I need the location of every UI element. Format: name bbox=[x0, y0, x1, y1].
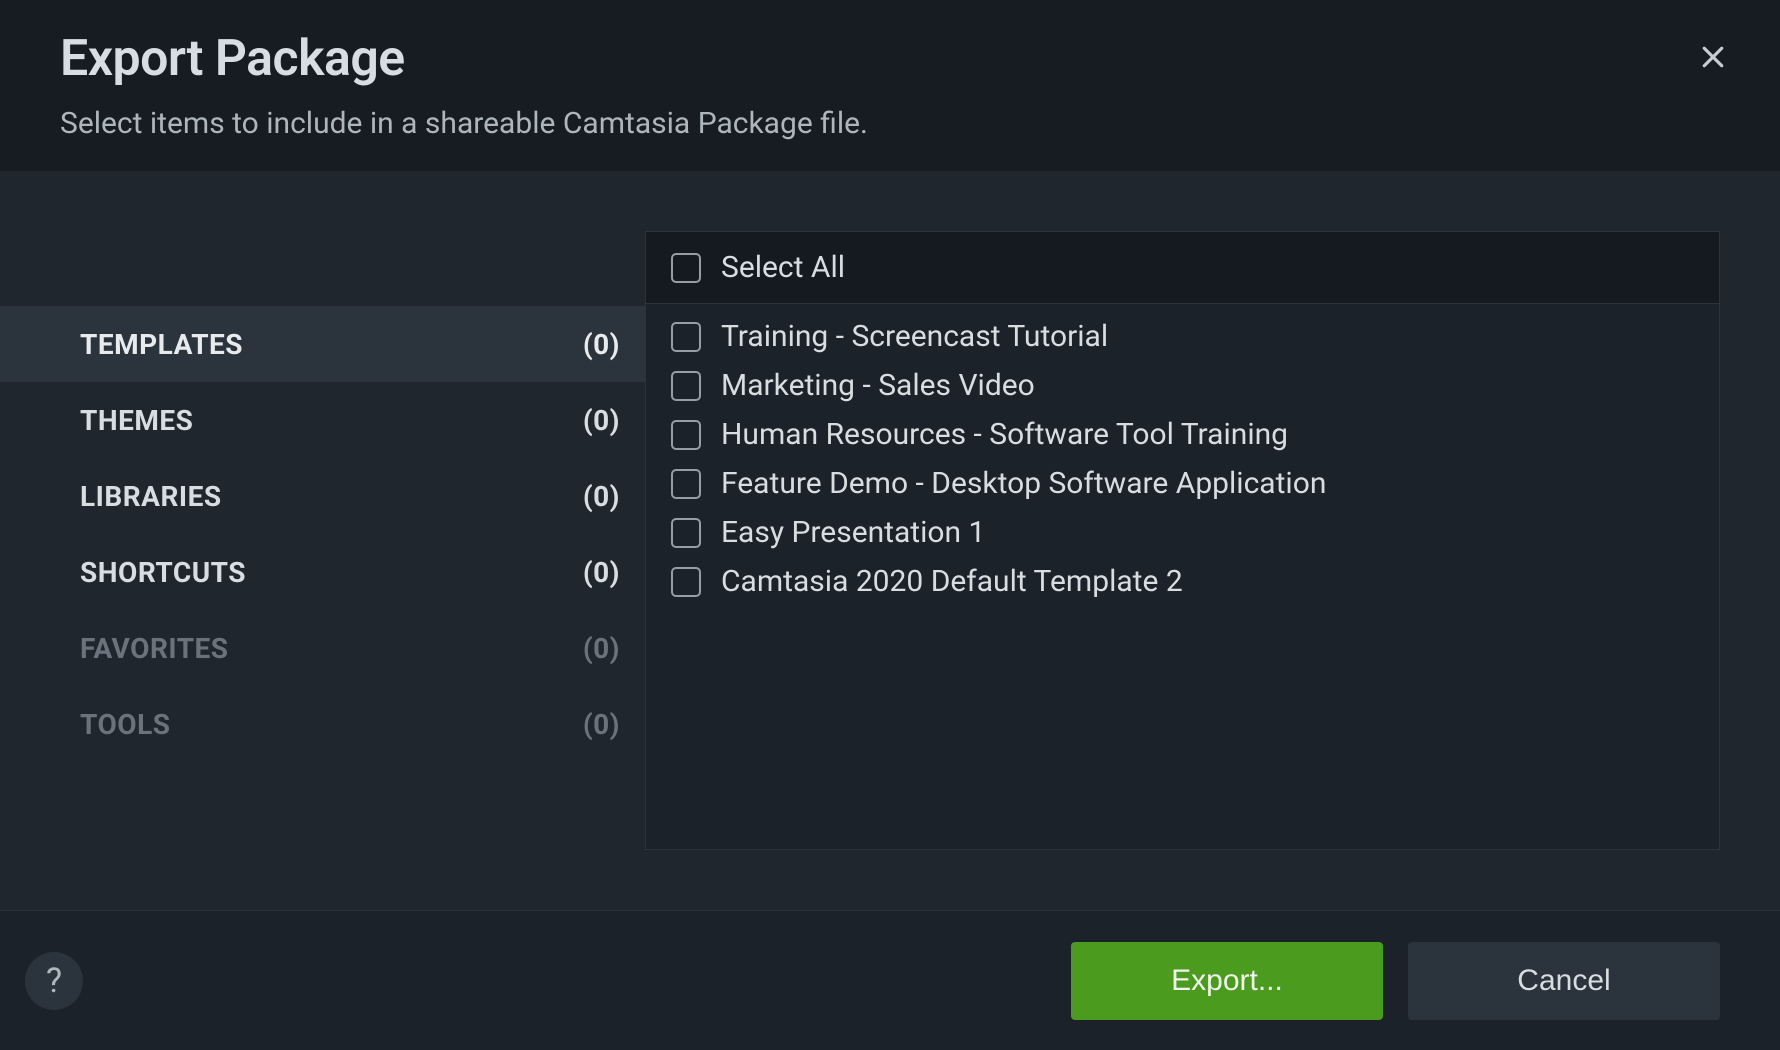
sidebar-item-libraries[interactable]: LIBRARIES (0) bbox=[0, 458, 645, 534]
help-button[interactable]: ? bbox=[25, 952, 83, 1010]
sidebar-item-count: (0) bbox=[583, 480, 620, 513]
close-button[interactable] bbox=[1691, 35, 1735, 79]
list-item[interactable]: Feature Demo - Desktop Software Applicat… bbox=[671, 466, 1694, 501]
footer-buttons: Export... Cancel bbox=[1071, 942, 1720, 1020]
item-label: Easy Presentation 1 bbox=[721, 515, 985, 550]
list-item[interactable]: Camtasia 2020 Default Template 2 bbox=[671, 564, 1694, 599]
select-all-checkbox[interactable] bbox=[671, 253, 701, 283]
sidebar-item-shortcuts[interactable]: SHORTCUTS (0) bbox=[0, 534, 645, 610]
item-label: Feature Demo - Desktop Software Applicat… bbox=[721, 466, 1326, 501]
list-item[interactable]: Human Resources - Software Tool Training bbox=[671, 417, 1694, 452]
sidebar-item-count: (0) bbox=[583, 632, 620, 665]
list-item[interactable]: Training - Screencast Tutorial bbox=[671, 319, 1694, 354]
sidebar-item-label: LIBRARIES bbox=[80, 480, 222, 513]
help-icon: ? bbox=[46, 961, 62, 1001]
sidebar-item-count: (0) bbox=[583, 708, 620, 741]
select-all-label: Select All bbox=[721, 250, 845, 285]
sidebar-item-themes[interactable]: THEMES (0) bbox=[0, 382, 645, 458]
list-item[interactable]: Easy Presentation 1 bbox=[671, 515, 1694, 550]
sidebar-item-label: SHORTCUTS bbox=[80, 556, 246, 589]
dialog-footer: ? Export... Cancel bbox=[0, 910, 1780, 1050]
export-package-dialog: Export Package Select items to include i… bbox=[0, 0, 1780, 1050]
sidebar-item-label: TOOLS bbox=[80, 708, 170, 741]
item-label: Human Resources - Software Tool Training bbox=[721, 417, 1288, 452]
item-label: Marketing - Sales Video bbox=[721, 368, 1035, 403]
content-panel: Select All Training - Screencast Tutoria… bbox=[645, 231, 1720, 850]
item-checkbox[interactable] bbox=[671, 322, 701, 352]
item-label: Camtasia 2020 Default Template 2 bbox=[721, 564, 1183, 599]
sidebar-item-tools: TOOLS (0) bbox=[0, 686, 645, 762]
item-label: Training - Screencast Tutorial bbox=[721, 319, 1108, 354]
cancel-button[interactable]: Cancel bbox=[1408, 942, 1720, 1020]
select-all-row[interactable]: Select All bbox=[646, 232, 1719, 304]
dialog-body: TEMPLATES (0) THEMES (0) LIBRARIES (0) S… bbox=[0, 171, 1780, 910]
sidebar-item-count: (0) bbox=[583, 556, 620, 589]
sidebar-item-label: THEMES bbox=[80, 404, 193, 437]
item-list: Training - Screencast Tutorial Marketing… bbox=[646, 304, 1719, 614]
sidebar: TEMPLATES (0) THEMES (0) LIBRARIES (0) S… bbox=[0, 231, 645, 910]
item-checkbox[interactable] bbox=[671, 371, 701, 401]
item-checkbox[interactable] bbox=[671, 567, 701, 597]
dialog-header: Export Package Select items to include i… bbox=[0, 0, 1780, 171]
item-checkbox[interactable] bbox=[671, 469, 701, 499]
dialog-subtitle: Select items to include in a shareable C… bbox=[60, 106, 1720, 141]
item-checkbox[interactable] bbox=[671, 420, 701, 450]
sidebar-item-favorites: FAVORITES (0) bbox=[0, 610, 645, 686]
sidebar-item-count: (0) bbox=[583, 404, 620, 437]
sidebar-item-templates[interactable]: TEMPLATES (0) bbox=[0, 306, 645, 382]
close-icon bbox=[1698, 42, 1728, 72]
dialog-title: Export Package bbox=[60, 30, 1720, 88]
sidebar-item-label: TEMPLATES bbox=[80, 328, 243, 361]
item-checkbox[interactable] bbox=[671, 518, 701, 548]
list-item[interactable]: Marketing - Sales Video bbox=[671, 368, 1694, 403]
sidebar-item-count: (0) bbox=[583, 328, 620, 361]
sidebar-item-label: FAVORITES bbox=[80, 632, 229, 665]
export-button[interactable]: Export... bbox=[1071, 942, 1383, 1020]
